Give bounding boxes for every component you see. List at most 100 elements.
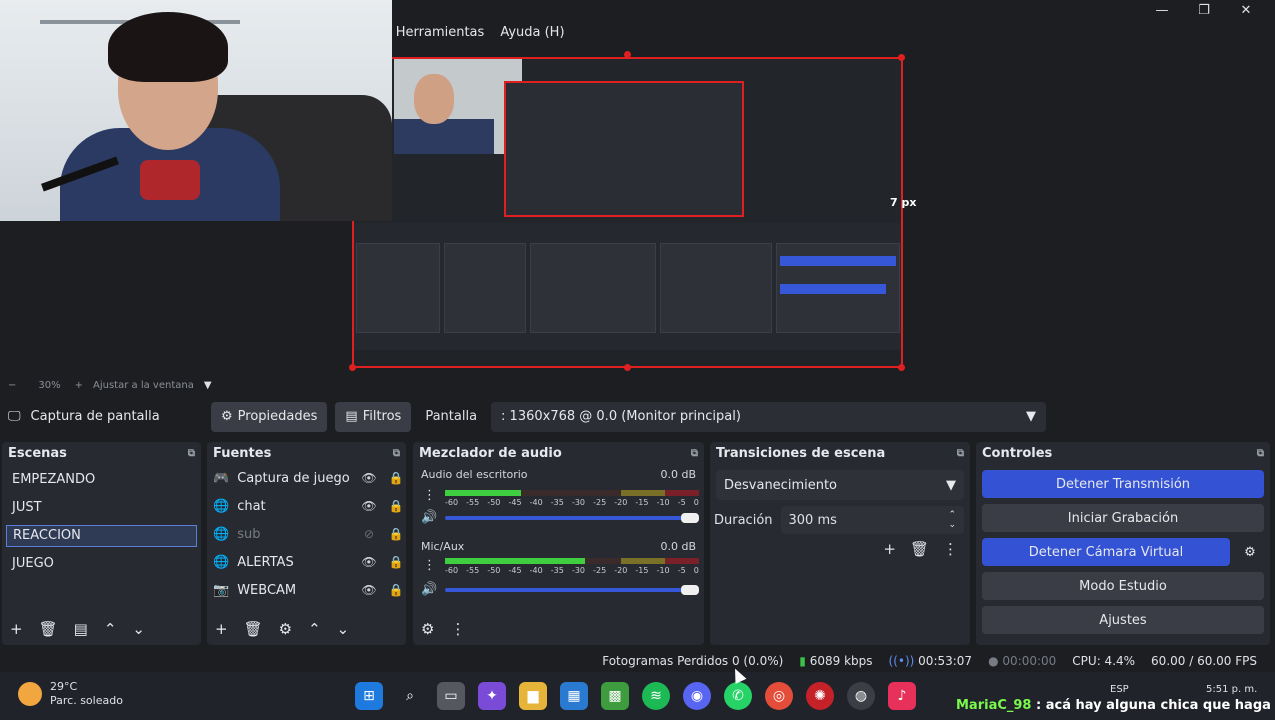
- undock-icon[interactable]: ⧉: [393, 448, 400, 459]
- clock-time: 5:51 p. m.: [1206, 684, 1258, 695]
- lock-icon[interactable]: 🔒: [387, 499, 406, 513]
- properties-button[interactable]: ⚙ Propiedades: [211, 401, 328, 432]
- clock[interactable]: 5:51 p. m.: [1206, 683, 1257, 696]
- minimize-button[interactable]: —: [1141, 0, 1183, 20]
- move-up-icon[interactable]: ⌃: [104, 620, 117, 638]
- speaker-icon[interactable]: 🔊: [421, 582, 437, 597]
- whatsapp-icon[interactable]: ✆: [724, 682, 752, 710]
- fit-to-window[interactable]: Ajustar a la ventana: [93, 380, 194, 391]
- stepper-icon[interactable]: ⌃ ⌄: [948, 510, 956, 530]
- lock-icon[interactable]: 🔒: [387, 583, 406, 597]
- meter-ticks: -60 -55 -50 -45 -40 -35 -30 -25 -20 -15 -10 -5 0: [445, 566, 699, 575]
- trash-icon[interactable]: 🗑: [244, 620, 263, 638]
- webcam-overlay: [0, 0, 392, 221]
- add-transition-icon[interactable]: +: [883, 540, 896, 558]
- mixer-channel: Audio del escritorio 0.0 dB ⋮ -60 -55 -50 -4…: [413, 464, 704, 536]
- copilot-icon[interactable]: ✦: [478, 682, 506, 710]
- search-icon[interactable]: ⌕: [396, 682, 424, 710]
- eye-icon[interactable]: 👁: [359, 499, 378, 513]
- screen-select[interactable]: : 1360x768 @ 0.0 (Monitor principal) ▼: [491, 401, 1047, 432]
- undock-icon[interactable]: ⧉: [188, 448, 195, 459]
- tiktok-icon[interactable]: ♪: [888, 682, 916, 710]
- spotify-icon[interactable]: ≋: [642, 682, 670, 710]
- zoom-dropdown-icon[interactable]: ▼: [204, 380, 212, 391]
- resize-handle[interactable]: [898, 54, 905, 61]
- file-explorer-icon[interactable]: ▆: [519, 682, 547, 710]
- eye-hidden-icon[interactable]: ⊘: [359, 527, 378, 541]
- add-scene-icon[interactable]: +: [10, 620, 23, 638]
- resize-handle[interactable]: [898, 364, 905, 371]
- stop-stream-button[interactable]: Detener Transmisión: [982, 470, 1264, 498]
- stop-virtual-camera-button[interactable]: Detener Cámara Virtual: [982, 538, 1230, 566]
- advanced-audio-icon[interactable]: ⚙: [421, 620, 434, 638]
- resize-handle[interactable]: [349, 364, 356, 371]
- scene-item[interactable]: JUEGO: [6, 550, 197, 578]
- chrome-icon[interactable]: ◎: [765, 682, 793, 710]
- source-item[interactable]: 🎮 Captura de juego 👁 🔒: [207, 464, 406, 492]
- menu-item-help[interactable]: Ayuda (H): [500, 25, 564, 40]
- preview-canvas[interactable]: [352, 57, 903, 368]
- selected-source-label: Captura de pantalla: [30, 409, 160, 424]
- zoom-in-button[interactable]: +: [75, 380, 83, 391]
- move-down-icon[interactable]: ⌄: [337, 620, 350, 638]
- source-item[interactable]: 🌐 chat 👁 🔒: [207, 492, 406, 520]
- windows-start-icon[interactable]: ⊞: [355, 682, 383, 710]
- move-up-icon[interactable]: ⌃: [308, 620, 321, 638]
- undock-icon[interactable]: ⧉: [1257, 448, 1264, 459]
- task-view-icon[interactable]: ▭: [437, 682, 465, 710]
- trash-icon[interactable]: 🗑: [910, 540, 929, 558]
- volume-slider[interactable]: [445, 585, 699, 595]
- studio-mode-button[interactable]: Modo Estudio: [982, 572, 1264, 600]
- settings-button[interactable]: Ajustes: [982, 606, 1264, 634]
- gear-icon[interactable]: ⚙: [1236, 538, 1264, 566]
- volume-slider[interactable]: [445, 513, 699, 523]
- channel-menu-icon[interactable]: ⋮: [423, 558, 436, 573]
- undock-icon[interactable]: ⧉: [691, 448, 698, 459]
- trash-icon[interactable]: 🗑: [39, 620, 58, 638]
- eye-icon[interactable]: 👁: [359, 555, 378, 569]
- scene-item[interactable]: EMPEZANDO: [6, 466, 197, 494]
- scene-item-selected[interactable]: REACCION: [6, 525, 197, 547]
- mixer-menu-icon[interactable]: ⋮: [450, 620, 465, 638]
- resize-handle[interactable]: [624, 364, 631, 371]
- discord-icon[interactable]: ◉: [683, 682, 711, 710]
- lock-icon[interactable]: 🔒: [387, 555, 406, 569]
- maximize-button[interactable]: ❐: [1183, 0, 1225, 20]
- duration-input[interactable]: 300 ms ⌃ ⌄: [780, 506, 964, 534]
- store-icon[interactable]: ▦: [560, 682, 588, 710]
- gear-icon[interactable]: ⚙: [279, 620, 292, 638]
- add-source-icon[interactable]: +: [215, 620, 228, 638]
- source-item[interactable]: 🌐 sub ⊘ 🔒: [207, 520, 406, 548]
- eye-icon[interactable]: 👁: [359, 471, 378, 485]
- system-tray-lang[interactable]: ESP: [1110, 684, 1129, 695]
- filters-button[interactable]: ▤ Filtros: [335, 401, 412, 432]
- channel-menu-icon[interactable]: ⋮: [423, 488, 436, 503]
- transition-menu-icon[interactable]: ⋮: [943, 540, 958, 558]
- zoom-out-button[interactable]: −: [8, 380, 16, 391]
- filter-icon[interactable]: ▤: [74, 620, 88, 638]
- lock-icon[interactable]: 🔒: [387, 527, 406, 541]
- resize-handle[interactable]: [624, 51, 631, 58]
- monitor-icon: 🖵: [8, 409, 21, 424]
- source-item[interactable]: 📷 WEBCAM 👁 🔒: [207, 576, 406, 604]
- weather-widget[interactable]: 29°C Parc. soleado: [18, 680, 123, 708]
- minecraft-icon[interactable]: ▩: [601, 682, 629, 710]
- app-icon[interactable]: ✺: [806, 682, 834, 710]
- gamepad-icon: 🎮: [213, 470, 230, 486]
- duration-label: Duración: [714, 512, 773, 528]
- undock-icon[interactable]: ⧉: [957, 448, 964, 459]
- lock-icon[interactable]: 🔒: [387, 471, 406, 485]
- window-controls: — ❐ ✕: [1141, 0, 1267, 20]
- eye-icon[interactable]: 👁: [359, 583, 378, 597]
- move-down-icon[interactable]: ⌄: [132, 620, 145, 638]
- close-button[interactable]: ✕: [1225, 0, 1267, 20]
- screen-label: Pantalla: [425, 409, 478, 424]
- menu-item-tools[interactable]: Herramientas: [396, 25, 485, 40]
- scene-item[interactable]: JUST: [6, 494, 197, 522]
- zoom-level: 30%: [38, 379, 61, 391]
- source-item[interactable]: 🌐 ALERTAS 👁 🔒: [207, 548, 406, 576]
- speaker-icon[interactable]: 🔊: [421, 510, 437, 525]
- start-recording-button[interactable]: Iniciar Grabación: [982, 504, 1264, 532]
- obs-icon[interactable]: ◍: [847, 682, 875, 710]
- transition-select[interactable]: Desvanecimiento ▼: [716, 470, 964, 500]
